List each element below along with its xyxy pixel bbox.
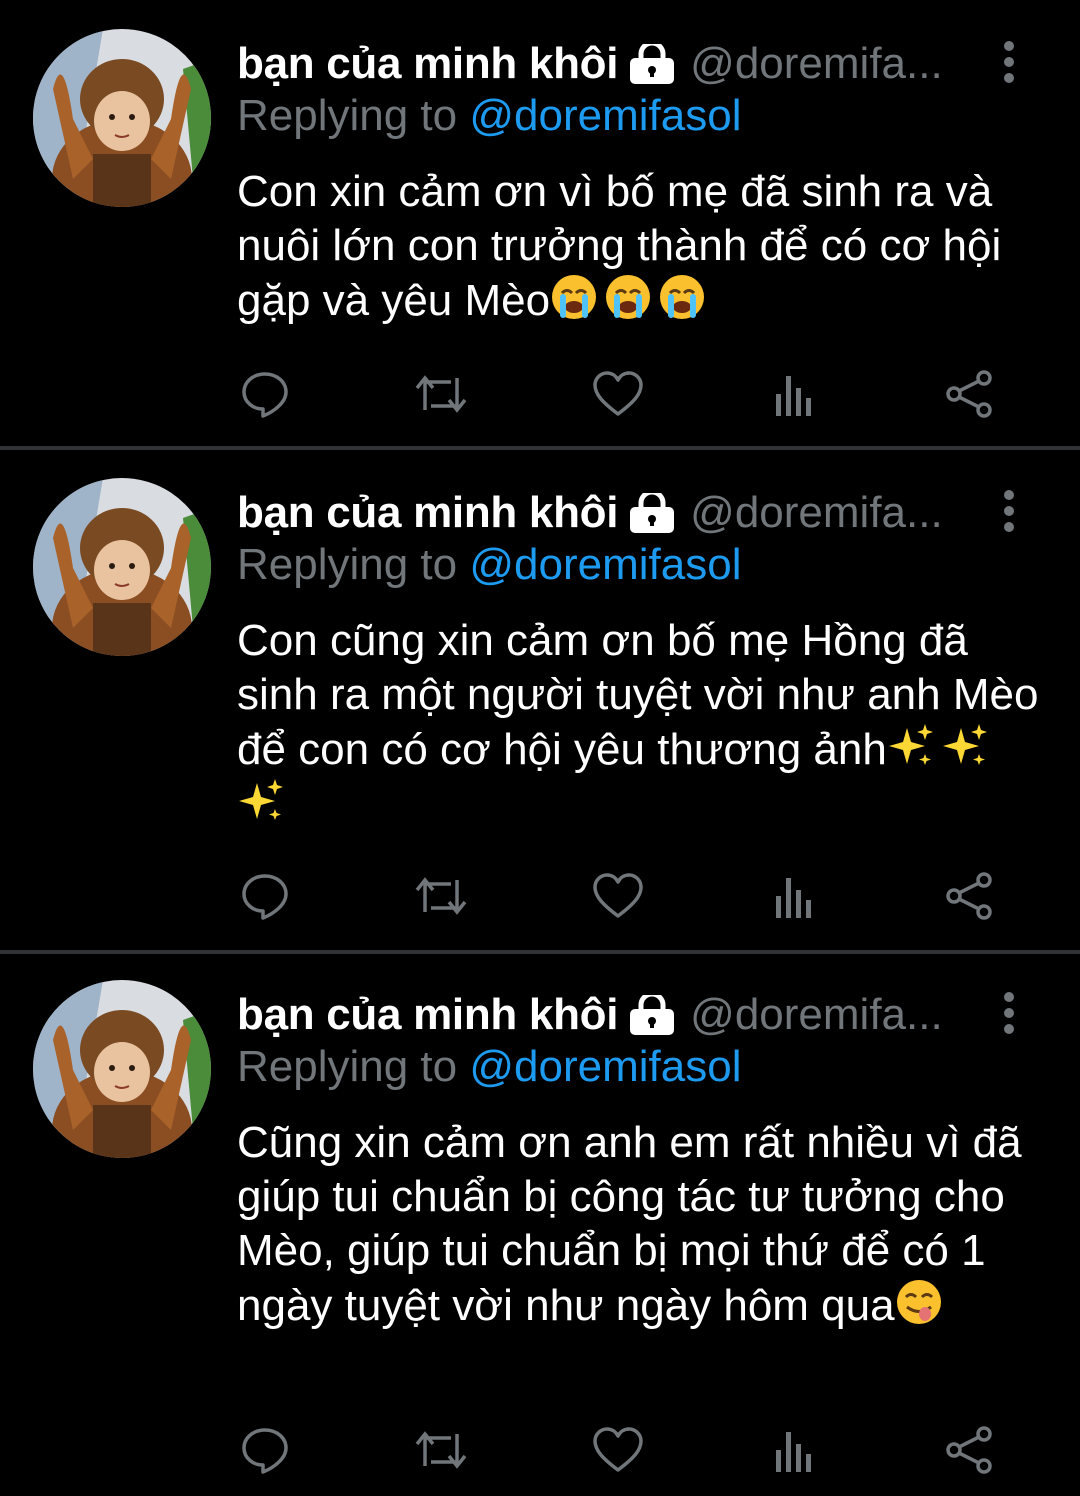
sparkles-icon xyxy=(887,722,935,770)
loudly-crying-face-icon xyxy=(658,273,706,321)
more-options-icon[interactable] xyxy=(992,987,1026,1043)
sparkles-icon xyxy=(237,777,285,825)
like-icon[interactable] xyxy=(590,868,646,924)
replying-to-label: Replying to xyxy=(237,1042,458,1091)
views-icon[interactable] xyxy=(766,366,822,422)
replying-to: Replying to @doremifasol xyxy=(237,540,741,596)
reply-mention-link[interactable]: @doremifasol xyxy=(469,1042,741,1091)
display-name[interactable]: bạn của minh khôi xyxy=(237,990,618,1040)
like-icon[interactable] xyxy=(590,366,646,422)
tweet-text: Con cũng xin cảm ơn bố mẹ Hồng đã sinh r… xyxy=(237,614,1047,832)
share-icon[interactable] xyxy=(942,868,998,924)
reply-mention-link[interactable]: @doremifasol xyxy=(469,540,741,589)
lock-icon xyxy=(628,44,676,84)
face-savoring-food-icon xyxy=(895,1278,943,1326)
display-name[interactable]: bạn của minh khôi xyxy=(237,39,618,89)
handle[interactable]: @doremifa... xyxy=(690,39,943,89)
lock-icon xyxy=(628,493,676,533)
views-icon[interactable] xyxy=(766,868,822,924)
views-icon[interactable] xyxy=(766,1422,822,1478)
like-icon[interactable] xyxy=(590,1422,646,1478)
reply-icon[interactable] xyxy=(237,868,293,924)
tweet[interactable]: bạn của minh khôi @doremifa... Replying … xyxy=(0,0,1080,446)
reply-thread: bạn của minh khôi @doremifa... Replying … xyxy=(0,0,1080,1496)
tweet-text: Cũng xin cảm ơn anh em rất nhiều vì đã g… xyxy=(237,1116,1047,1333)
tweet-actions xyxy=(0,868,1080,928)
replying-to: Replying to @doremifasol xyxy=(237,1042,741,1098)
display-name[interactable]: bạn của minh khôi xyxy=(237,488,618,538)
tweet-actions xyxy=(0,366,1080,426)
loudly-crying-face-icon xyxy=(604,273,652,321)
avatar[interactable] xyxy=(33,980,211,1158)
tweet-actions xyxy=(0,1422,1080,1482)
avatar[interactable] xyxy=(33,29,211,207)
tweet[interactable]: bạn của minh khôi @doremifa... Replying … xyxy=(0,450,1080,950)
tweet[interactable]: bạn của minh khôi @doremifa... Replying … xyxy=(0,954,1080,1496)
replying-to-label: Replying to xyxy=(237,540,458,589)
reply-mention-link[interactable]: @doremifasol xyxy=(469,91,741,140)
replying-to-label: Replying to xyxy=(237,91,458,140)
replying-to: Replying to @doremifasol xyxy=(237,91,741,147)
tweet-text: Con xin cảm ơn vì bố mẹ đã sinh ra và nu… xyxy=(237,165,1047,328)
retweet-icon[interactable] xyxy=(413,366,469,422)
handle[interactable]: @doremifa... xyxy=(690,990,943,1040)
avatar[interactable] xyxy=(33,478,211,656)
reply-icon[interactable] xyxy=(237,1422,293,1478)
retweet-icon[interactable] xyxy=(413,868,469,924)
more-options-icon[interactable] xyxy=(992,485,1026,541)
handle[interactable]: @doremifa... xyxy=(690,488,943,538)
lock-icon xyxy=(628,995,676,1035)
share-icon[interactable] xyxy=(942,1422,998,1478)
retweet-icon[interactable] xyxy=(413,1422,469,1478)
reply-icon[interactable] xyxy=(237,366,293,422)
loudly-crying-face-icon xyxy=(550,273,598,321)
share-icon[interactable] xyxy=(942,366,998,422)
more-options-icon[interactable] xyxy=(992,36,1026,92)
sparkles-icon xyxy=(941,722,989,770)
